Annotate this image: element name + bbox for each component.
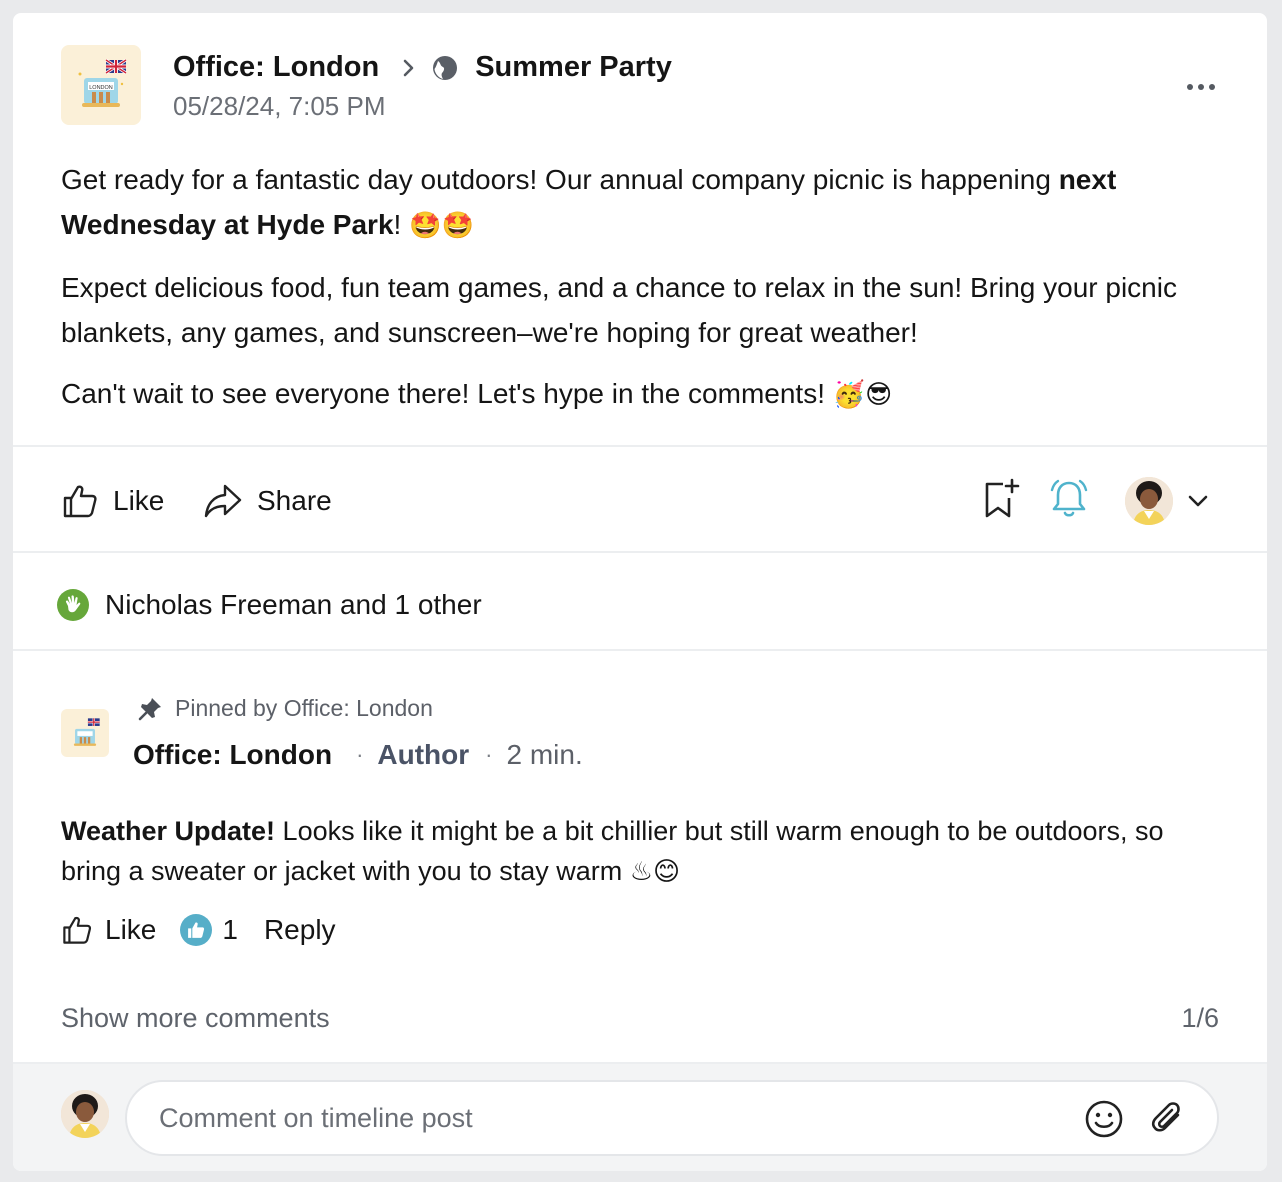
- globe-icon: [431, 54, 459, 82]
- avatar: [61, 1090, 109, 1138]
- post-paragraph-1: Get ready for a fantastic day outdoors! …: [61, 157, 1221, 249]
- thumbs-up-icon: [61, 482, 99, 520]
- post-paragraph-2: Expect delicious food, fun team games, a…: [61, 272, 1177, 348]
- comment-composer: [125, 1080, 1219, 1156]
- comment-like-count[interactable]: 1: [180, 914, 238, 946]
- divider: [13, 649, 1267, 651]
- comment-time: 2 min.: [506, 739, 583, 770]
- comment-composer-area: [13, 1062, 1267, 1171]
- more-dot-icon: [1209, 84, 1215, 90]
- viewer-menu-button[interactable]: [1125, 477, 1221, 525]
- timeline-post-card: LONDON Office: London Summer Party 05/28…: [13, 13, 1267, 1171]
- comment-like-label: Like: [105, 914, 157, 945]
- more-dot-icon: [1198, 84, 1204, 90]
- post-text: !: [393, 209, 402, 240]
- share-arrow-icon: [203, 482, 243, 520]
- hot-springs-emoji: ♨😊: [629, 857, 681, 887]
- wave-hand-icon: [57, 589, 89, 621]
- star-struck-emoji: 🤩🤩: [409, 211, 474, 241]
- post-paragraph-3: Can't wait to see everyone there! Let's …: [61, 371, 1221, 418]
- comment-input[interactable]: [159, 1096, 1039, 1140]
- author-role-badge: Author: [377, 739, 470, 770]
- avatar: [1125, 477, 1173, 525]
- bell-icon: [1048, 478, 1090, 525]
- separator-dot: ·: [356, 742, 364, 767]
- like-label: Like: [113, 485, 165, 516]
- chevron-right-icon: [401, 57, 417, 79]
- emoji-picker-button[interactable]: [1083, 1098, 1125, 1140]
- share-label: Share: [257, 485, 332, 516]
- bookmark-plus-icon: [981, 478, 1021, 525]
- post-text: Can't wait to see everyone there! Let's …: [61, 378, 833, 409]
- comment-like-button[interactable]: Like: [61, 914, 156, 946]
- reaction-summary-text: Nicholas Freeman and 1 other: [105, 589, 482, 620]
- pinned-label: Pinned by Office: London: [175, 695, 433, 721]
- smiley-icon: [1085, 1100, 1123, 1138]
- like-button[interactable]: Like: [61, 473, 164, 529]
- post-body: Get ready for a fantastic day outdoors! …: [61, 157, 1221, 434]
- share-button[interactable]: Share: [203, 473, 332, 529]
- comment-meta: Office: London · Author · 2 min.: [133, 739, 583, 771]
- reaction-summary[interactable]: Nicholas Freeman and 1 other: [57, 583, 482, 627]
- comment-text: Weather Update! Looks like it might be a…: [61, 811, 1221, 892]
- comment-author-name[interactable]: Office: London: [133, 739, 332, 771]
- more-options-button[interactable]: [1183, 75, 1219, 99]
- divider: [13, 445, 1267, 447]
- divider: [13, 551, 1267, 553]
- separator-dot: ·: [485, 742, 493, 767]
- post-breadcrumb: Office: London Summer Party: [173, 51, 672, 84]
- bookmark-add-button[interactable]: [979, 478, 1023, 525]
- thumbs-up-badge-icon: [180, 914, 213, 946]
- thumbs-up-icon: [61, 914, 93, 946]
- comment-author-logo[interactable]: [61, 709, 109, 757]
- logo-text: LONDON: [89, 85, 113, 91]
- london-logo-icon: LONDON: [78, 58, 127, 107]
- post-timestamp: 05/28/24, 7:05 PM: [173, 91, 386, 121]
- pinned-indicator: Pinned by Office: London: [137, 695, 433, 722]
- like-count-value: 1: [222, 914, 238, 945]
- chevron-down-icon: [1187, 494, 1209, 508]
- show-more-comments-link[interactable]: Show more comments: [61, 1003, 330, 1034]
- london-logo-icon: [73, 718, 100, 746]
- post-header: LONDON Office: London Summer Party 05/28…: [61, 45, 1219, 125]
- comment-pager: 1/6: [1181, 1003, 1219, 1033]
- comment-action-bar: Like 1 Reply: [61, 905, 336, 955]
- post-text: Get ready for a fantastic day outdoors! …: [61, 164, 1059, 195]
- attach-button[interactable]: [1147, 1098, 1189, 1140]
- pin-icon: [137, 696, 163, 722]
- comment-bold-text: Weather Update!: [61, 816, 276, 846]
- party-emoji: 🥳😎: [832, 380, 893, 410]
- post-action-bar: Like Share: [61, 473, 1219, 529]
- notification-bell-button[interactable]: [1047, 479, 1091, 523]
- event-name-link[interactable]: Summer Party: [475, 51, 672, 84]
- group-name-link[interactable]: Office: London: [173, 51, 379, 84]
- group-logo[interactable]: LONDON: [61, 45, 141, 125]
- reply-button[interactable]: Reply: [264, 914, 336, 946]
- paperclip-icon: [1151, 1102, 1180, 1132]
- more-dot-icon: [1187, 84, 1193, 90]
